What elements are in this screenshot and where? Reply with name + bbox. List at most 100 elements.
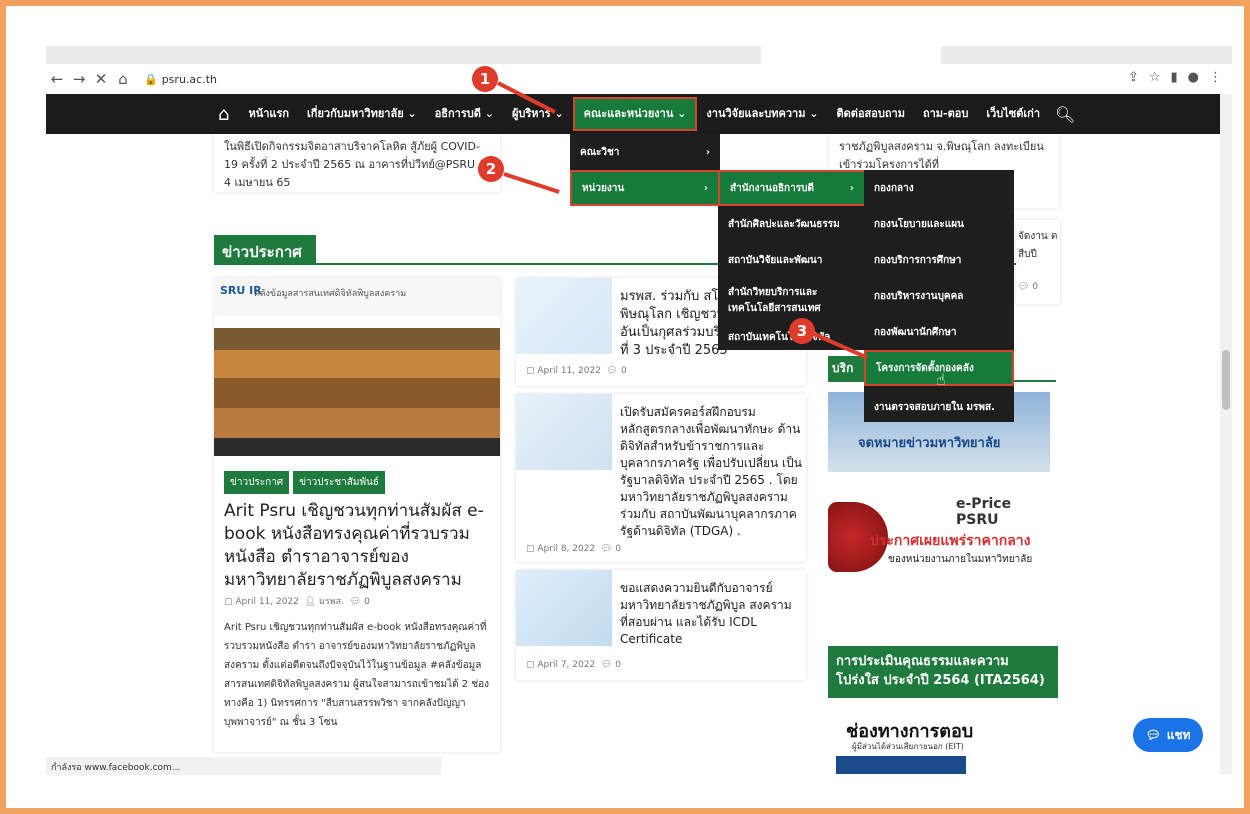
menu-policy-planning-label: กองนโยบายและแผน <box>874 218 964 230</box>
step-badge-1: 1 <box>472 66 498 92</box>
menu-library-it[interactable]: สำนักวิทยบริการและเทคโนโลยีสารสนเทศ <box>718 278 866 324</box>
nav-president[interactable]: อธิการบดี ⌄ <box>426 94 503 134</box>
nav-research[interactable]: งานวิจัยและบทความ ⌄ <box>697 94 827 134</box>
news-comments-2: 0 <box>615 544 621 554</box>
news-card-2[interactable]: เปิดรับสมัครคอร์สฝึกอบรม หลักสูตรกลางเพื… <box>516 394 806 562</box>
news-meta-3: ▢ April 7, 2022 💬︎ 0 <box>526 660 621 670</box>
nav-faq[interactable]: ถาม-ตอบ <box>914 94 977 134</box>
menu-treasury-project-label: โครงการจัดตั้งกองคลัง <box>876 362 974 374</box>
eprice-banner[interactable]: e-Price PSRU ประกาศเผยแพร่ราคากลาง ของหน… <box>828 492 1050 584</box>
comment-icon: 💬︎ <box>349 597 362 607</box>
chevron-right-icon: › <box>705 146 710 158</box>
menu-library-it-label: สำนักวิทยบริการและเทคโนโลยีสารสนเทศ <box>728 287 821 314</box>
home-nav-icon[interactable]: ⌂ <box>218 104 229 125</box>
comment-icon: 💬︎ <box>600 660 613 670</box>
menu-arts-culture[interactable]: สำนักศิลปะและวัฒนธรรม <box>718 206 866 242</box>
news-date-1: April 11, 2022 <box>537 366 601 376</box>
menu-units[interactable]: หน่วยงาน › <box>570 170 720 206</box>
right-card-partial: จัดงาน ตสืบปี 💬︎ 0 <box>1016 220 1060 304</box>
menu-central-division-label: กองกลาง <box>874 182 914 194</box>
ita-heading[interactable]: การประเมินคุณธรรมและความโปร่งใส ประจำปี … <box>828 646 1058 698</box>
eprice-subtitle: ประกาศเผยแพร่ราคากลาง <box>870 533 1031 549</box>
calendar-icon: ▢ <box>526 544 535 554</box>
featured-image[interactable]: SRU IR คลังข้อมูลสารสนเทศดิจิทัลพิบูลสงค… <box>214 278 500 456</box>
menu-personnel[interactable]: กองบริหารงานบุคคล <box>864 278 1014 314</box>
menu-student-development[interactable]: กองพัฒนานักศึกษา <box>864 314 1014 350</box>
main-nav: ⌂ หน้าแรก เกี่ยวกับมหาวิทยาลัย ⌄ อธิการบ… <box>46 94 1220 134</box>
messenger-icon: 💬︎ <box>1145 728 1161 742</box>
menu-academic-services[interactable]: กองบริการการศึกษา <box>864 242 1014 278</box>
menu-personnel-label: กองบริหารงานบุคคล <box>874 290 964 302</box>
menu-faculties[interactable]: คณะวิชา › <box>570 134 720 170</box>
section-title: ข่าวประกาศ <box>214 235 316 265</box>
news-thumb-3[interactable] <box>516 570 612 646</box>
home-icon[interactable]: ⌂ <box>112 70 134 88</box>
top-card-right-text: ราชภัฏพิบูลสงคราม จ.พิษณุโลก ลงทะเบียนเข… <box>839 140 1044 171</box>
chat-label: แชท <box>1166 727 1191 742</box>
menu-research-institute[interactable]: สถาบันวิจัยและพัฒนา <box>718 242 866 278</box>
news-banner-text: จดหมายข่าวมหาวิทยาลัย <box>858 436 1001 451</box>
news-date-2: April 8, 2022 <box>537 544 596 554</box>
stop-icon[interactable]: ✕ <box>90 70 112 88</box>
tag-pr[interactable]: ข่าวประชาสัมพันธ์ <box>293 471 385 494</box>
news-title-1[interactable]: มรพส. ร่วมกับ สโม พิษณุโลก เชิญชวน อันเป… <box>620 288 730 364</box>
calendar-icon: ▢ <box>526 366 535 376</box>
forward-icon[interactable]: → <box>68 70 90 88</box>
featured-card[interactable]: SRU IR คลังข้อมูลสารสนเทศดิจิทัลพิบูลสงค… <box>214 278 500 752</box>
menu-presidents-office[interactable]: สำนักงานอธิการบดี › <box>718 170 866 206</box>
news-title-2[interactable]: เปิดรับสมัครคอร์สฝึกอบรม หลักสูตรกลางเพื… <box>524 404 802 540</box>
url-field[interactable]: 🔒 psru.ac.th <box>144 73 217 86</box>
share-icon[interactable]: ⇪ <box>1128 70 1139 85</box>
menu-policy-planning[interactable]: กองนโยบายและแผน <box>864 206 1014 242</box>
page-scrollbar[interactable] <box>1220 94 1232 774</box>
nav-contact[interactable]: ติดต่อสอบถาม <box>828 94 914 134</box>
featured-comments: 0 <box>364 597 370 607</box>
lock-icon: 🔒 <box>144 72 158 86</box>
menu-academic-services-label: กองบริการการศึกษา <box>874 254 962 266</box>
menu-internal-audit-label: งานตรวจสอบภายใน มรพส. <box>874 402 995 413</box>
nav-faculties-units[interactable]: คณะและหน่วยงาน ⌄ <box>572 97 698 131</box>
nav-executives[interactable]: ผู้บริหาร ⌄ <box>503 94 573 134</box>
right-heading-partial: บริก <box>828 356 868 380</box>
bookmark-star-icon[interactable]: ☆ <box>1149 70 1161 85</box>
screenshot-frame: ← → ✕ ⌂ 🔒 psru.ac.th ⇪ ☆ ▮ ● ⋮ ⌂ หน้าแรก … <box>0 0 1250 814</box>
comment-icon: 💬︎ <box>600 544 613 554</box>
scrollbar-thumb[interactable] <box>1222 350 1230 410</box>
nav-home[interactable]: หน้าแรก <box>239 94 298 134</box>
nav-old-site[interactable]: เว็บไซต์เก่า <box>977 94 1049 134</box>
page-viewport: ⌂ หน้าแรก เกี่ยวกับมหาวิทยาลัย ⌄ อธิการบ… <box>46 94 1232 774</box>
user-icon: 👤︎ <box>304 597 317 607</box>
sidepanel-icon[interactable]: ▮ <box>1171 70 1178 85</box>
tags: ข่าวประกาศ ข่าวประชาสัมพันธ์ <box>224 470 389 494</box>
news-card-3[interactable]: ขอแสดงความยินดีกับอาจารย์ มหาวิทยาลัยราช… <box>516 570 806 680</box>
right-card-comment-count: 0 <box>1032 282 1039 292</box>
mouse-cursor-icon: ☝ <box>936 370 946 389</box>
step-badge-3: 3 <box>789 318 815 344</box>
back-icon[interactable]: ← <box>46 70 68 88</box>
menu-units-label: หน่วยงาน <box>582 182 625 194</box>
menu-arts-culture-label: สำนักศิลปะและวัฒนธรรม <box>728 218 840 230</box>
eprice-subtitle2: ของหน่วยงานภายในมหาวิทยาลัย <box>888 554 1033 565</box>
featured-title[interactable]: Arit Psru เชิญชวนทุกท่านสัมผัส e-book หน… <box>224 500 494 592</box>
menu-kebab-icon[interactable]: ⋮ <box>1209 70 1222 85</box>
news-comments-3: 0 <box>615 660 621 670</box>
menu-research-institute-label: สถาบันวิจัยและพัฒนา <box>728 254 823 266</box>
eprice-title: e-Price PSRU <box>956 496 1012 528</box>
menu-internal-audit[interactable]: งานตรวจสอบภายใน มรพส. <box>864 386 1014 430</box>
tag-announcement[interactable]: ข่าวประกาศ <box>224 471 290 494</box>
menu-central-division[interactable]: กองกลาง <box>864 170 1014 206</box>
news-meta-1: ▢ April 11, 2022 💬︎ 0 <box>526 366 627 376</box>
nav-about[interactable]: เกี่ยวกับมหาวิทยาลัย ⌄ <box>298 94 426 134</box>
search-icon[interactable]: 🔍︎ <box>1055 105 1075 124</box>
right-card-comments: 💬︎ 0 <box>1018 282 1039 292</box>
featured-meta: ▢ April 11, 2022 👤︎ มรพส. 💬︎ 0 <box>224 594 370 608</box>
tab-strip <box>46 46 1232 64</box>
chat-button[interactable]: 💬︎ แชท <box>1133 718 1203 752</box>
news-thumb-1[interactable] <box>516 278 612 354</box>
featured-excerpt: Arit Psru เชิญชวนทุกท่านสัมผัส e-book หน… <box>224 622 490 728</box>
news-title-3[interactable]: ขอแสดงความยินดีกับอาจารย์ มหาวิทยาลัยราช… <box>620 580 800 648</box>
profile-icon[interactable]: ● <box>1188 70 1199 85</box>
menu-presidents-office-label: สำนักงานอธิการบดี <box>730 182 814 194</box>
menu-student-development-label: กองพัฒนานักศึกษา <box>874 326 957 338</box>
status-bar: กำลังรอ www.facebook.com... <box>46 757 441 775</box>
